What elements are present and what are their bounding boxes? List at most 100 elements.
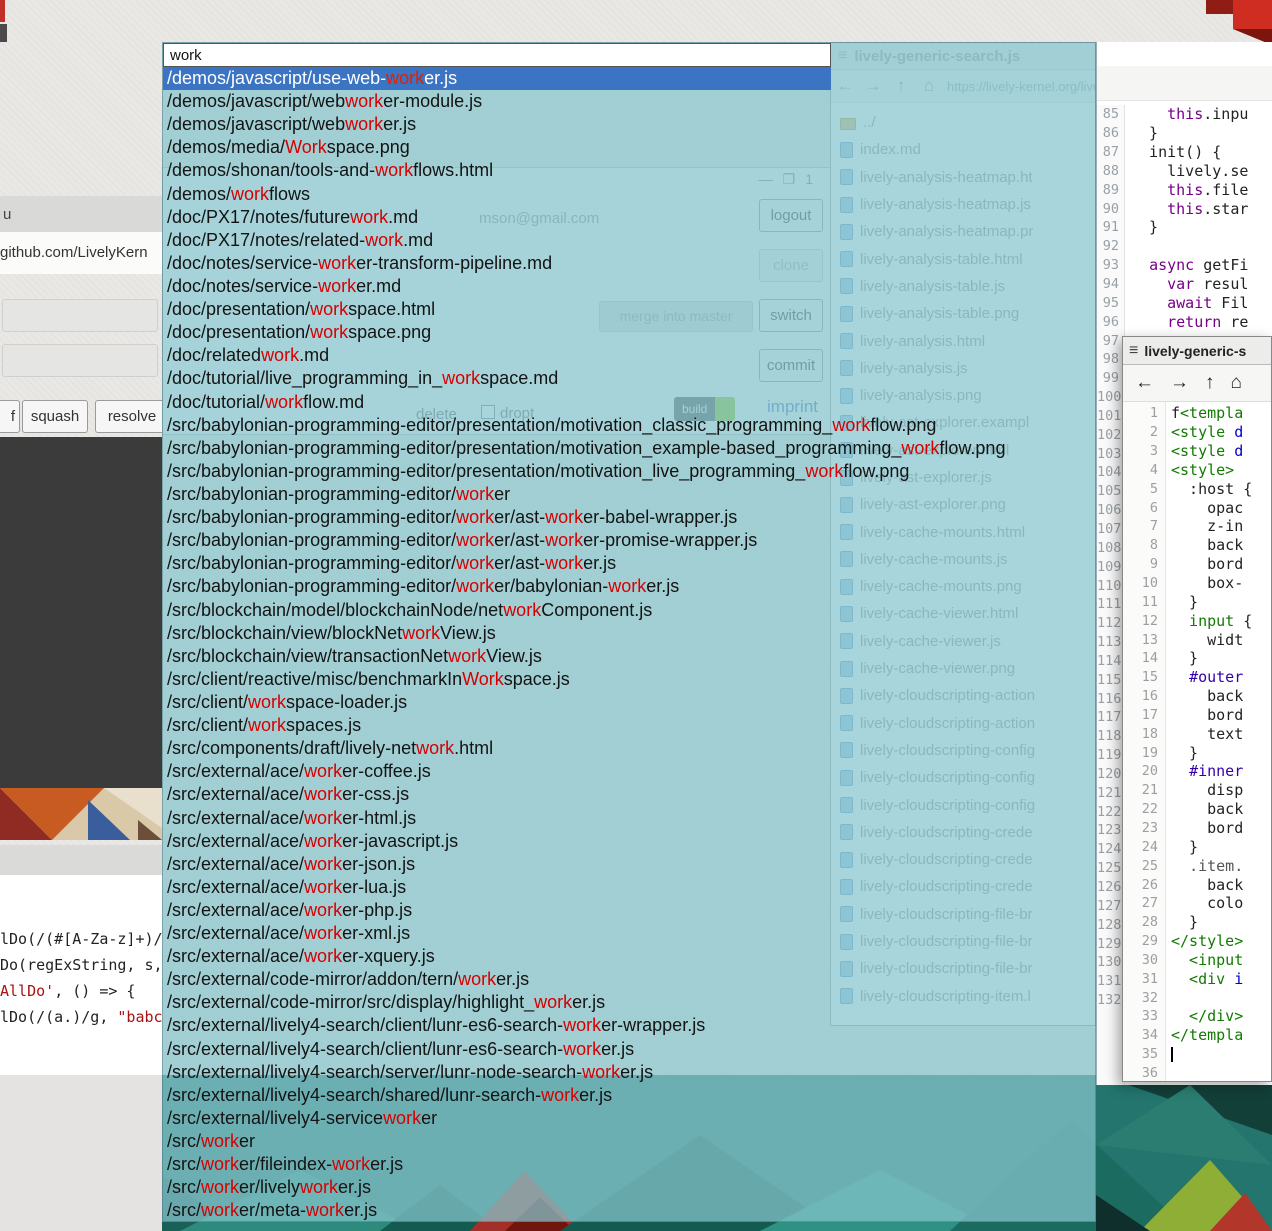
search-result-item[interactable]: /src/client/workspaces.js bbox=[163, 714, 1095, 737]
search-result-item[interactable]: /doc/relatedwork.md bbox=[163, 344, 1095, 367]
search-result-item[interactable]: /doc/tutorial/live_programming_in_worksp… bbox=[163, 367, 1095, 390]
search-input[interactable] bbox=[163, 43, 831, 67]
line-number: 28 bbox=[1123, 914, 1165, 930]
search-result-item[interactable]: /src/components/draft/lively-network.htm… bbox=[163, 737, 1095, 760]
search-result-item[interactable]: /src/blockchain/view/blockNetworkView.js bbox=[163, 622, 1095, 645]
search-result-item[interactable]: /demos/workflows bbox=[163, 183, 1095, 206]
search-result-item[interactable]: /demos/media/Workspace.png bbox=[163, 136, 1095, 159]
search-result-item[interactable]: /src/worker/livelyworker.js bbox=[163, 1176, 1095, 1199]
menu-icon[interactable]: ≡ bbox=[1123, 342, 1144, 360]
code-line: 30 <input bbox=[1123, 950, 1271, 969]
line-number: 114 bbox=[1097, 653, 1124, 669]
search-result-item[interactable]: /demos/shonan/tools-and-workflows.html bbox=[163, 159, 1095, 182]
search-result-item[interactable]: /doc/PX17/notes/futurework.md bbox=[163, 206, 1095, 229]
dark-panel bbox=[0, 437, 162, 788]
line-number: 26 bbox=[1123, 877, 1165, 893]
search-result-item[interactable]: /src/external/lively4-search/server/lunr… bbox=[163, 1061, 1095, 1084]
line-number: 9 bbox=[1123, 556, 1165, 572]
code-line: 14 } bbox=[1123, 649, 1271, 668]
search-result-item[interactable]: /src/external/ace/worker-lua.js bbox=[163, 876, 1095, 899]
line-number: 17 bbox=[1123, 707, 1165, 723]
search-result-item[interactable]: /src/external/ace/worker-css.js bbox=[163, 783, 1095, 806]
search-result-item[interactable]: /src/babylonian-programming-editor/worke… bbox=[163, 483, 1095, 506]
clipped-code-line: lDo(/(#[A-Za-z]+)/ bbox=[0, 930, 162, 948]
search-result-item[interactable]: /src/external/code-mirror/addon/tern/wor… bbox=[163, 968, 1095, 991]
left-clipped-text: u bbox=[3, 206, 11, 223]
form-field[interactable] bbox=[2, 299, 158, 332]
search-result-item[interactable]: /demos/javascript/use-web-worker.js bbox=[163, 67, 831, 90]
line-number: 19 bbox=[1123, 745, 1165, 761]
line-number: 86 bbox=[1097, 125, 1124, 141]
search-result-item[interactable]: /src/external/ace/worker-html.js bbox=[163, 807, 1095, 830]
left-bottom-band bbox=[0, 1075, 162, 1231]
search-result-item[interactable]: /demos/javascript/webworker.js bbox=[163, 113, 1095, 136]
code-line: 8 back bbox=[1123, 536, 1271, 555]
back-icon[interactable]: ← bbox=[1135, 372, 1154, 394]
search-result-item[interactable]: /doc/presentation/workspace.png bbox=[163, 321, 1095, 344]
search-result-item[interactable]: /src/external/lively4-search/shared/lunr… bbox=[163, 1084, 1095, 1107]
line-number: 24 bbox=[1123, 839, 1165, 855]
search-result-item[interactable]: /doc/PX17/notes/related-work.md bbox=[163, 229, 1095, 252]
search-result-item[interactable]: /src/external/lively4-search/client/lunr… bbox=[163, 1038, 1095, 1061]
home-icon[interactable]: ⌂ bbox=[1231, 372, 1242, 394]
clipped-button[interactable]: f bbox=[0, 400, 20, 433]
squash-button[interactable]: squash bbox=[22, 400, 88, 433]
resolve-button[interactable]: resolve bbox=[95, 400, 162, 433]
search-result-item[interactable]: /src/babylonian-programming-editor/worke… bbox=[163, 552, 1095, 575]
search-result-item[interactable]: /doc/notes/service-worker.md bbox=[163, 275, 1095, 298]
search-result-item[interactable]: /src/babylonian-programming-editor/worke… bbox=[163, 506, 1095, 529]
search-result-item[interactable]: /src/worker/fileindex-worker.js bbox=[163, 1153, 1095, 1176]
search-result-item[interactable]: /src/external/ace/worker-xml.js bbox=[163, 922, 1095, 945]
line-number: 85 bbox=[1097, 106, 1124, 122]
line-number: 119 bbox=[1097, 747, 1124, 763]
search-result-item[interactable]: /src/external/lively4-search/client/lunr… bbox=[163, 1014, 1095, 1037]
line-number: 118 bbox=[1097, 728, 1124, 744]
line-number: 35 bbox=[1123, 1046, 1165, 1062]
search-result-item[interactable]: /src/worker bbox=[163, 1130, 1095, 1153]
desktop: u github.com/LivelyKern f squash resolve… bbox=[0, 0, 1272, 1231]
line-number: 104 bbox=[1097, 464, 1124, 480]
search-result-item[interactable]: /src/external/lively4-serviceworker bbox=[163, 1107, 1095, 1130]
search-result-item[interactable]: /src/babylonian-programming-editor/prese… bbox=[163, 437, 1095, 460]
search-result-item[interactable]: /src/external/ace/worker-coffee.js bbox=[163, 760, 1095, 783]
code-line: 85 this.inpu bbox=[1097, 105, 1272, 124]
code-line: 5 :host { bbox=[1123, 479, 1271, 498]
search-result-item[interactable]: /src/external/code-mirror/src/display/hi… bbox=[163, 991, 1095, 1014]
search-result-item[interactable]: /src/babylonian-programming-editor/prese… bbox=[163, 414, 1095, 437]
search-result-item[interactable]: /doc/tutorial/workflow.md bbox=[163, 391, 1095, 414]
search-result-item[interactable]: /src/external/ace/worker-javascript.js bbox=[163, 830, 1095, 853]
search-result-item[interactable]: /src/external/ace/worker-xquery.js bbox=[163, 945, 1095, 968]
line-number: 11 bbox=[1123, 594, 1165, 610]
line-number: 122 bbox=[1097, 804, 1124, 820]
line-number: 1 bbox=[1123, 405, 1165, 421]
search-result-item[interactable]: /src/external/ace/worker-php.js bbox=[163, 899, 1095, 922]
forward-icon[interactable]: → bbox=[1170, 372, 1189, 394]
code-line: 91 } bbox=[1097, 218, 1272, 237]
search-result-item[interactable]: /src/client/reactive/misc/benchmarkInWor… bbox=[163, 668, 1095, 691]
line-number: 101 bbox=[1097, 408, 1124, 424]
clipped-code-line: lDo(/(a.)/g, "babc bbox=[0, 1008, 162, 1026]
form-field[interactable] bbox=[2, 344, 158, 377]
line-number: 12 bbox=[1123, 613, 1165, 629]
front-window-title: lively-generic-s bbox=[1144, 343, 1246, 359]
line-number: 132 bbox=[1097, 992, 1124, 1008]
search-result-item[interactable]: /doc/presentation/workspace.html bbox=[163, 298, 1095, 321]
front-editor-lines[interactable]: 1f<templa2<style d3<style d4<style>5 :ho… bbox=[1123, 404, 1271, 1082]
line-number: 36 bbox=[1123, 1065, 1165, 1081]
code-line: 35 bbox=[1123, 1045, 1271, 1064]
search-result-item[interactable]: /src/worker/meta-worker.js bbox=[163, 1199, 1095, 1221]
search-result-item[interactable]: /src/babylonian-programming-editor/worke… bbox=[163, 529, 1095, 552]
line-number: 110 bbox=[1097, 578, 1124, 594]
up-icon[interactable]: ↑ bbox=[1205, 372, 1215, 394]
search-result-item[interactable]: /demos/javascript/webworker-module.js bbox=[163, 90, 1095, 113]
front-title-bar[interactable]: ≡ lively-generic-s bbox=[1123, 337, 1271, 365]
search-result-item[interactable]: /src/babylonian-programming-editor/prese… bbox=[163, 460, 1095, 483]
search-result-item[interactable]: /src/blockchain/view/transactionNetworkV… bbox=[163, 645, 1095, 668]
code-line: 7 z-in bbox=[1123, 517, 1271, 536]
line-number: 23 bbox=[1123, 820, 1165, 836]
search-result-item[interactable]: /src/blockchain/model/blockchainNode/net… bbox=[163, 599, 1095, 622]
search-result-item[interactable]: /src/external/ace/worker-json.js bbox=[163, 853, 1095, 876]
search-result-item[interactable]: /src/babylonian-programming-editor/worke… bbox=[163, 575, 1095, 598]
search-result-item[interactable]: /doc/notes/service-worker-transform-pipe… bbox=[163, 252, 1095, 275]
search-result-item[interactable]: /src/client/workspace-loader.js bbox=[163, 691, 1095, 714]
